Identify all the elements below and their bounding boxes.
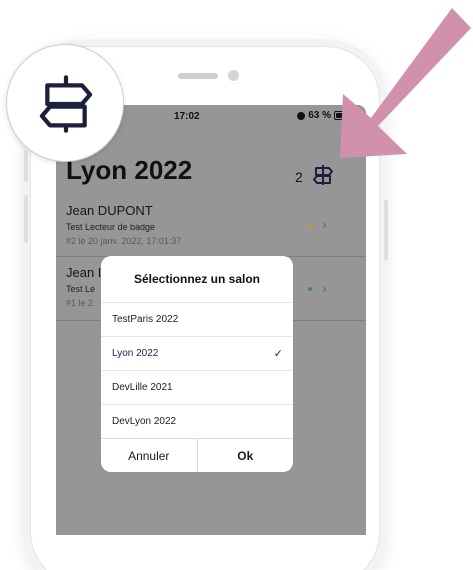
dialog-title: Sélectionnez un salon [133,272,261,286]
status-dot [308,287,312,291]
battery-icon [334,111,352,120]
side-button [24,195,28,243]
visit-row[interactable]: Jean DUPONT Test Lecteur de badge #2 le … [56,201,366,257]
salon-picker-dialog: Sélectionnez un salon TestParis 2022 Lyo… [101,256,293,472]
app-screen: 17:02 63 % Lyon 2022 2 Jean DUPONT Test … [56,105,366,535]
zoom-callout [6,44,124,162]
side-button [384,200,388,260]
visitor-name: Jean I [66,265,102,280]
battery-percent: 63 % [308,110,331,121]
salon-option[interactable]: TestParis 2022 [101,302,293,336]
salon-option[interactable]: DevLyon 2022 [101,404,293,438]
status-indicators: 63 % [297,110,352,121]
page-title: Lyon 2022 [66,155,193,185]
status-time: 17:02 [174,111,200,122]
visit-meta: #2 le 20 janv. 2022, 17:01:37 [66,236,182,246]
visitor-subtitle: Test Le [66,284,96,294]
checkmark-icon: ✓ [273,348,283,360]
visitor-subtitle: Test Lecteur de badge [66,222,156,232]
phone-speaker [178,73,218,79]
visit-count: 2 [295,169,303,185]
salon-option-label: DevLyon 2022 [112,416,177,427]
side-button [24,150,28,182]
salon-option[interactable]: DevLille 2021 [101,370,293,404]
cancel-button[interactable]: Annuler [101,439,197,472]
status-dot [308,223,312,227]
visit-meta: #1 le 2 [66,298,94,308]
visitor-name: Jean DUPONT [66,203,153,218]
chevron-right-icon: › [322,216,327,232]
signpost-icon[interactable] [312,163,334,187]
ok-button[interactable]: Ok [196,439,294,472]
phone-camera [228,70,239,81]
salon-option-label: DevLille 2021 [112,382,173,393]
signpost-icon [39,75,93,133]
chevron-right-icon: › [322,280,327,296]
dialog-actions: Annuler Ok [101,438,293,472]
alarm-icon [297,111,306,120]
salon-option-label: Lyon 2022 [112,348,159,359]
salon-option-label: TestParis 2022 [112,314,179,325]
salon-option-selected[interactable]: Lyon 2022 ✓ [101,336,293,370]
